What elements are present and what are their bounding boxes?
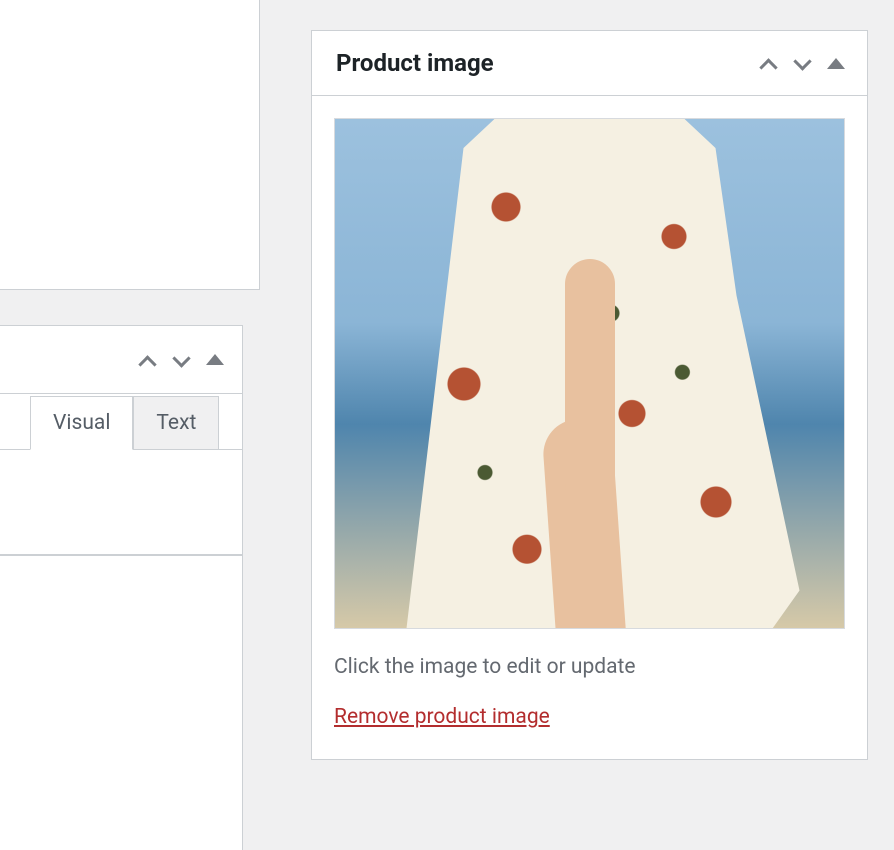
product-image-metabox: Product image Click the image to edit or… [311, 30, 868, 760]
product-image-header[interactable]: Product image [312, 31, 867, 96]
move-down-icon[interactable] [172, 350, 192, 370]
toggle-panel-icon[interactable] [827, 58, 845, 69]
tab-visual[interactable]: Visual [30, 396, 133, 450]
move-up-icon[interactable] [759, 53, 779, 73]
panel-title: Product image [336, 49, 494, 77]
toggle-panel-icon[interactable] [206, 354, 224, 365]
panel-header-controls [759, 53, 845, 73]
editor-tabs: Visual Text [0, 395, 242, 450]
edit-image-helper-text: Click the image to edit or update [334, 655, 845, 679]
dress-illustration-arm [565, 259, 615, 509]
tab-text[interactable]: Text [133, 396, 219, 450]
left-metabox-top [0, 0, 260, 290]
remove-product-image-link[interactable]: Remove product image [334, 705, 550, 729]
left-metabox-middle-header [0, 326, 242, 394]
product-image-body: Click the image to edit or update Remove… [312, 96, 867, 759]
move-up-icon[interactable] [138, 350, 158, 370]
left-metabox-middle: Visual Text [0, 325, 243, 555]
product-image-thumbnail[interactable] [334, 118, 845, 629]
left-metabox-bottom [0, 555, 243, 850]
move-down-icon[interactable] [793, 53, 813, 73]
